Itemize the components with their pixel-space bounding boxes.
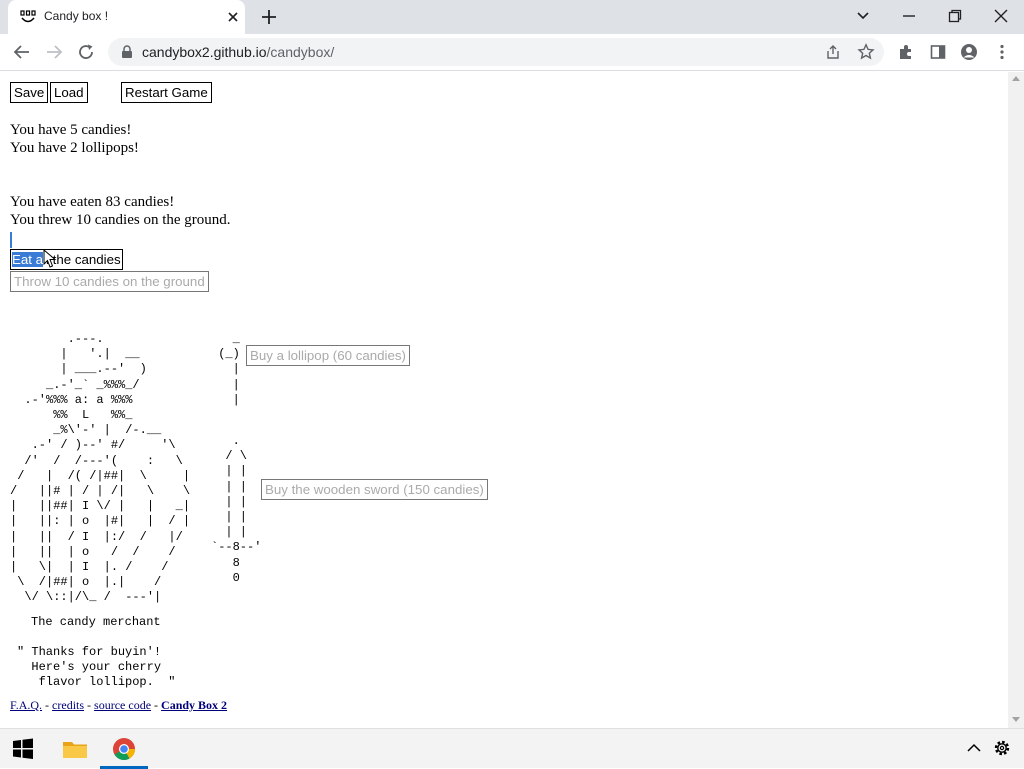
- selected-text: Eat a: [12, 252, 44, 267]
- candy-merchant-ascii-art: .---. | '.| __ | ___.--' ) _.-'_` _%%%_/…: [10, 332, 191, 605]
- faq-link[interactable]: F.A.Q.: [10, 698, 42, 712]
- url-text[interactable]: candybox2.github.io/candybox/: [142, 44, 334, 60]
- new-tab-icon[interactable]: [260, 8, 278, 26]
- merchant-speech: " Thanks for buyin'! Here's your cherry …: [17, 645, 176, 690]
- close-window-icon[interactable]: [992, 7, 1010, 25]
- candies-count: You have 5 candies!: [10, 122, 132, 138]
- source-code-link[interactable]: source code: [94, 698, 151, 712]
- tab-strip: Candy box !: [0, 0, 1024, 34]
- settings-gear-icon[interactable]: [992, 738, 1012, 758]
- footer-links: F.A.Q. - credits - source code - Candy B…: [10, 698, 228, 712]
- load-button[interactable]: Load: [50, 82, 88, 103]
- forward-arrow-icon[interactable]: [45, 43, 63, 61]
- tab-title: Candy box !: [44, 9, 109, 23]
- close-tab-icon[interactable]: [225, 9, 241, 25]
- merchant-name: The candy merchant: [31, 615, 161, 629]
- lollipops-count: You have 2 lollipops!: [10, 140, 139, 156]
- share-icon[interactable]: [825, 44, 841, 60]
- eaten-count: You have eaten 83 candies!: [10, 194, 175, 210]
- candy-box-2-link[interactable]: Candy Box 2: [161, 698, 227, 712]
- windows-taskbar: [0, 728, 1024, 769]
- back-arrow-icon[interactable]: [13, 43, 31, 61]
- mouse-cursor-icon: [43, 249, 57, 268]
- restore-icon[interactable]: [946, 7, 964, 25]
- browser-toolbar: candybox2.github.io/candybox/: [0, 34, 1024, 71]
- page-scrollbar[interactable]: [1008, 72, 1024, 728]
- chrome-icon[interactable]: [112, 737, 136, 761]
- buy-wooden-sword-button[interactable]: Buy the wooden sword (150 candies): [261, 479, 488, 500]
- lock-icon[interactable]: [120, 45, 134, 59]
- thrown-count: You threw 10 candies on the ground.: [10, 212, 231, 228]
- reload-icon[interactable]: [77, 43, 95, 61]
- buy-lollipop-button[interactable]: Buy a lollipop (60 candies): [246, 345, 410, 366]
- windows-start-icon[interactable]: [12, 738, 34, 760]
- candybox-favicon-icon: [20, 10, 36, 23]
- chevron-up-icon[interactable]: [965, 739, 983, 757]
- chevron-down-icon[interactable]: [854, 7, 872, 25]
- scroll-up-icon[interactable]: [1011, 74, 1021, 82]
- kebab-menu-icon[interactable]: [993, 43, 1011, 61]
- extensions-puzzle-icon[interactable]: [897, 43, 915, 61]
- wooden-sword-ascii-art: . / \ | | | | | | | | | | `--8--' 8 0: [211, 434, 262, 585]
- side-panel-icon[interactable]: [929, 43, 947, 61]
- restart-game-button[interactable]: Restart Game: [121, 82, 212, 103]
- text-caret: [10, 232, 12, 248]
- browser-tab[interactable]: Candy box !: [8, 0, 245, 34]
- save-button[interactable]: Save: [10, 82, 49, 103]
- profile-avatar-icon[interactable]: [960, 43, 978, 61]
- minimize-icon[interactable]: [900, 7, 918, 25]
- eat-all-candies-button[interactable]: Eat all the candies: [10, 249, 123, 270]
- credits-link[interactable]: credits: [52, 698, 84, 712]
- file-explorer-icon[interactable]: [62, 737, 88, 761]
- scroll-down-icon[interactable]: [1011, 716, 1021, 724]
- throw-candies-button[interactable]: Throw 10 candies on the ground: [10, 271, 209, 292]
- address-bar[interactable]: candybox2.github.io/candybox/: [108, 38, 884, 66]
- lollipop-ascii-art: _ (_) | | |: [218, 332, 240, 407]
- bookmark-star-icon[interactable]: [857, 43, 875, 61]
- page-viewport: Save Load Restart Game You have 5 candie…: [0, 72, 1008, 728]
